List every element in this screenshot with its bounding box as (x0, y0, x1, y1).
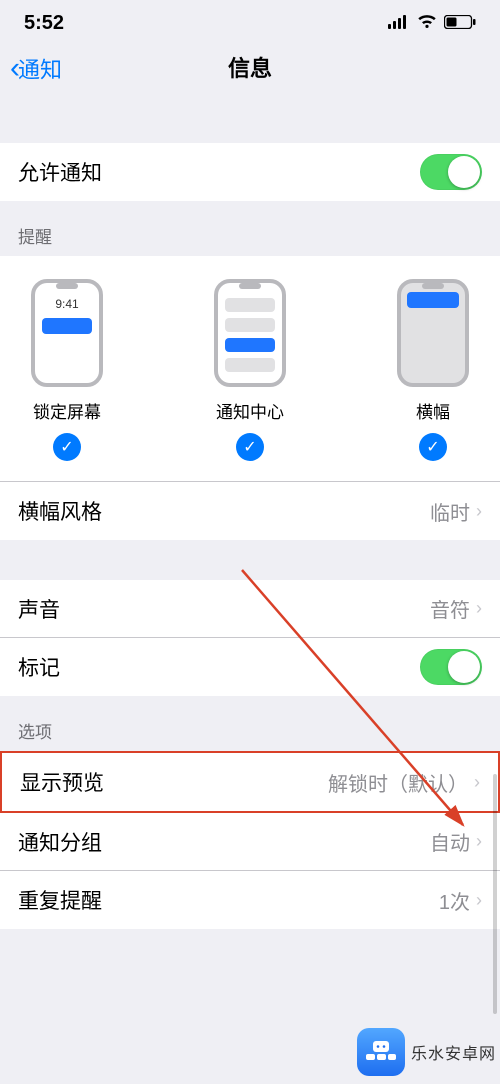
spacer (0, 540, 500, 580)
sounds-value-text: 音符 (430, 594, 470, 623)
back-label: 通知 (18, 52, 62, 84)
alerts-panel: 9:41 锁定屏幕 ✓ 通知中心 ✓ 横幅 ✓ (0, 256, 500, 482)
status-time: 5:52 (24, 12, 64, 35)
alert-label: 通知中心 (216, 398, 284, 423)
grouping-label: 通知分组 (18, 827, 102, 857)
grouping-repeat-section: 通知分组 自动 › 重复提醒 1次 › (0, 813, 500, 929)
grouping-value: 自动 › (430, 827, 482, 856)
spacer (0, 99, 500, 143)
check-icon: ✓ (236, 433, 264, 461)
alert-label: 横幅 (416, 398, 450, 423)
signal-icon (388, 12, 410, 35)
banner-style-label: 横幅风格 (18, 496, 102, 526)
watermark: 乐水安卓网 (357, 1028, 496, 1076)
sounds-row[interactable]: 声音 音符 › (0, 580, 500, 638)
repeat-label: 重复提醒 (18, 885, 102, 915)
back-button[interactable]: ‹ 通知 (10, 52, 62, 84)
battery-icon (444, 12, 476, 35)
banner-style-section: 横幅风格 临时 › (0, 482, 500, 540)
badges-label: 标记 (18, 652, 60, 682)
allow-notifications-section: 允许通知 (0, 143, 500, 201)
lock-screen-icon: 9:41 (30, 278, 104, 388)
chevron-right-icon: › (474, 772, 480, 793)
repeat-value: 1次 › (439, 886, 482, 915)
sounds-label: 声音 (18, 594, 60, 624)
alerts-header: 提醒 (0, 201, 500, 256)
badges-toggle[interactable] (420, 649, 482, 685)
grouping-value-text: 自动 (430, 827, 470, 856)
notification-center-icon (213, 278, 287, 388)
show-previews-value-text: 解锁时（默认） (328, 768, 468, 797)
badges-row[interactable]: 标记 (0, 638, 500, 696)
page-title: 信息 (10, 51, 490, 83)
show-previews-label: 显示预览 (20, 767, 104, 797)
banner-style-value-text: 临时 (430, 497, 470, 526)
sounds-badges-section: 声音 音符 › 标记 (0, 580, 500, 696)
repeat-row[interactable]: 重复提醒 1次 › (0, 871, 500, 929)
chevron-right-icon: › (476, 598, 482, 619)
alert-label: 锁定屏幕 (33, 398, 101, 423)
show-previews-value: 解锁时（默认） › (328, 768, 480, 797)
alert-option-notification-center[interactable]: 通知中心 ✓ (213, 278, 287, 461)
watermark-logo (357, 1028, 405, 1076)
banner-icon (396, 278, 470, 388)
show-previews-highlight: 显示预览 解锁时（默认） › (0, 751, 500, 813)
chevron-right-icon: › (476, 501, 482, 522)
chevron-right-icon: › (476, 831, 482, 852)
watermark-text: 乐水安卓网 (411, 1040, 496, 1064)
show-previews-row[interactable]: 显示预览 解锁时（默认） › (2, 753, 498, 811)
nav-bar: ‹ 通知 信息 (0, 43, 500, 99)
repeat-value-text: 1次 (439, 886, 470, 915)
allow-notifications-row[interactable]: 允许通知 (0, 143, 500, 201)
wifi-icon (416, 12, 438, 35)
scrollbar[interactable] (493, 774, 497, 1014)
check-icon: ✓ (53, 433, 81, 461)
banner-style-row[interactable]: 横幅风格 临时 › (0, 482, 500, 540)
banner-style-value: 临时 › (430, 497, 482, 526)
check-icon: ✓ (419, 433, 447, 461)
status-bar: 5:52 (0, 0, 500, 43)
status-icons (388, 12, 476, 35)
alert-option-lock-screen[interactable]: 9:41 锁定屏幕 ✓ (30, 278, 104, 461)
allow-notifications-toggle[interactable] (420, 154, 482, 190)
grouping-row[interactable]: 通知分组 自动 › (0, 813, 500, 871)
options-header: 选项 (0, 696, 500, 751)
svg-text:9:41: 9:41 (55, 297, 79, 311)
alert-option-banner[interactable]: 横幅 ✓ (396, 278, 470, 461)
show-previews-section: 显示预览 解锁时（默认） › (2, 753, 498, 811)
chevron-right-icon: › (476, 890, 482, 911)
allow-notifications-label: 允许通知 (18, 157, 102, 187)
sounds-value: 音符 › (430, 594, 482, 623)
